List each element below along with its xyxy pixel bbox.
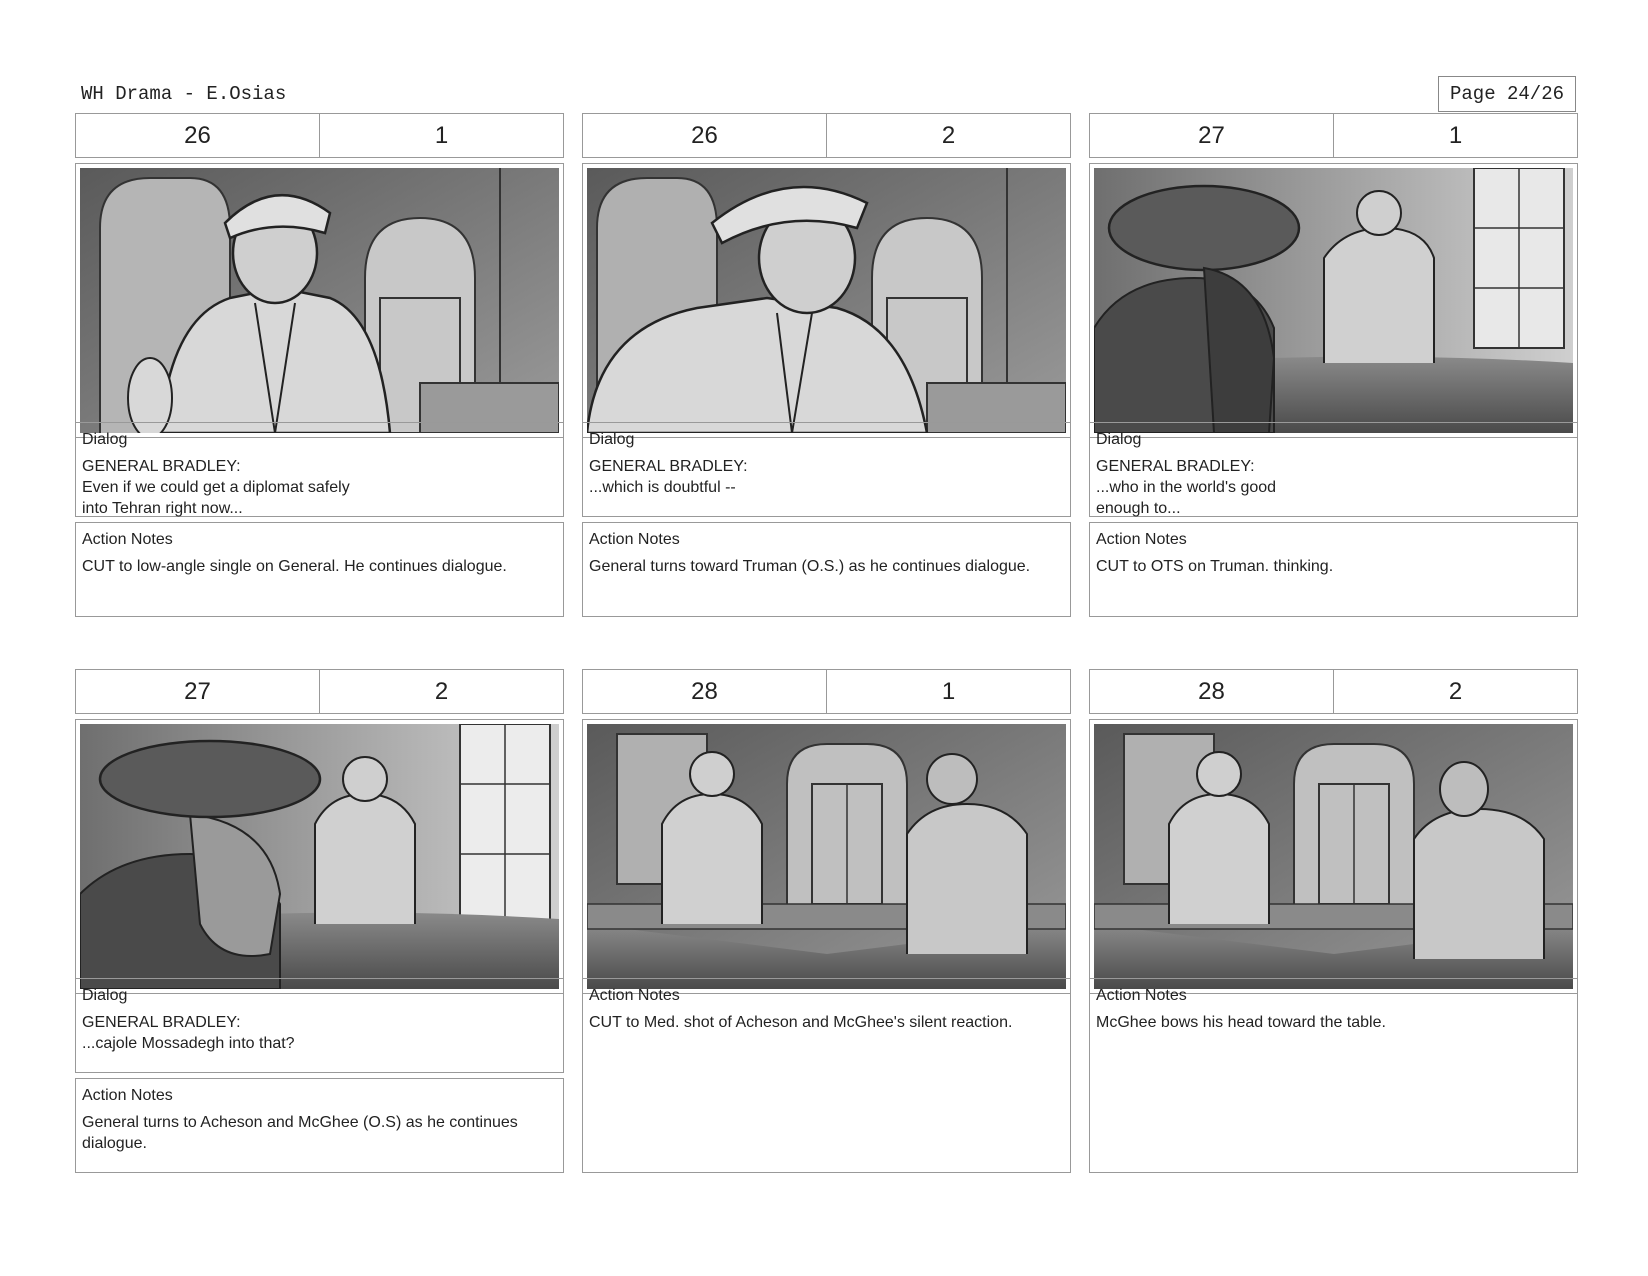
shot-number: 1 bbox=[434, 121, 449, 149]
panel-header: 27 1 bbox=[1089, 113, 1578, 158]
dialog-text: GENERAL BRADLEY: ...who in the world's g… bbox=[1096, 458, 1277, 517]
scene-number: 26 bbox=[583, 114, 827, 157]
dialog-label: Dialog bbox=[589, 431, 635, 448]
dialog-label: Dialog bbox=[82, 431, 128, 448]
panel-header: 27 2 bbox=[75, 669, 564, 714]
action-notes-text: CUT to OTS on Truman. thinking. bbox=[1096, 558, 1334, 575]
action-notes-text: CUT to Med. shot of Acheson and McGhee's… bbox=[589, 1014, 1013, 1031]
shot-number: 1 bbox=[941, 677, 956, 705]
action-notes-text: McGhee bows his head toward the table. bbox=[1096, 1014, 1386, 1031]
panel-header: 26 2 bbox=[582, 113, 1071, 158]
shot-number: 2 bbox=[941, 121, 956, 149]
panel-sketch bbox=[582, 163, 1071, 438]
panel-sketch bbox=[582, 719, 1071, 994]
document-title: WH Drama - E.Osias bbox=[81, 83, 287, 105]
scene-number: 27 bbox=[1090, 114, 1334, 157]
scene-number: 28 bbox=[1090, 670, 1334, 713]
shot-number: 2 bbox=[1448, 677, 1463, 705]
scene-number: 27 bbox=[76, 670, 320, 713]
action-notes-box: Action Notes General turns toward Truman… bbox=[582, 522, 1071, 617]
shot-number: 1 bbox=[1448, 121, 1463, 149]
panel-sketch bbox=[1089, 163, 1578, 438]
action-notes-label: Action Notes bbox=[1096, 987, 1187, 1004]
action-notes-text: General turns to Acheson and McGhee (O.S… bbox=[82, 1114, 518, 1152]
action-notes-box: Action Notes General turns to Acheson an… bbox=[75, 1078, 564, 1173]
action-notes-box: Action Notes McGhee bows his head toward… bbox=[1089, 978, 1578, 1173]
dialog-label: Dialog bbox=[1096, 431, 1142, 448]
dialog-box: Dialog GENERAL BRADLEY: ...who in the wo… bbox=[1089, 422, 1578, 517]
action-notes-label: Action Notes bbox=[82, 1087, 173, 1104]
action-notes-label: Action Notes bbox=[589, 987, 680, 1004]
page-number: Page 24/26 bbox=[1438, 76, 1576, 112]
dialog-box: Dialog GENERAL BRADLEY: ...cajole Mossad… bbox=[75, 978, 564, 1073]
action-notes-label: Action Notes bbox=[1096, 531, 1187, 548]
shot-number: 2 bbox=[434, 677, 449, 705]
scene-number: 26 bbox=[76, 114, 320, 157]
panel-sketch bbox=[75, 163, 564, 438]
action-notes-box: Action Notes CUT to OTS on Truman. think… bbox=[1089, 522, 1578, 617]
action-notes-box: Action Notes CUT to low-angle single on … bbox=[75, 522, 564, 617]
scene-number: 28 bbox=[583, 670, 827, 713]
panel-sketch bbox=[1089, 719, 1578, 994]
dialog-text: GENERAL BRADLEY: ...cajole Mossadegh int… bbox=[82, 1014, 295, 1052]
panel-header: 26 1 bbox=[75, 113, 564, 158]
action-notes-label: Action Notes bbox=[82, 531, 173, 548]
panel-header: 28 1 bbox=[582, 669, 1071, 714]
action-notes-text: CUT to low-angle single on General. He c… bbox=[82, 558, 507, 575]
dialog-text: GENERAL BRADLEY: Even if we could get a … bbox=[82, 458, 350, 517]
dialog-label: Dialog bbox=[82, 987, 128, 1004]
panel-header: 28 2 bbox=[1089, 669, 1578, 714]
action-notes-text: General turns toward Truman (O.S.) as he… bbox=[589, 558, 1031, 575]
dialog-box: Dialog GENERAL BRADLEY: ...which is doub… bbox=[582, 422, 1071, 517]
action-notes-box: Action Notes CUT to Med. shot of Acheson… bbox=[582, 978, 1071, 1173]
panel-sketch bbox=[75, 719, 564, 994]
dialog-text: GENERAL BRADLEY: ...which is doubtful -- bbox=[589, 458, 748, 496]
dialog-box: Dialog GENERAL BRADLEY: Even if we could… bbox=[75, 422, 564, 517]
action-notes-label: Action Notes bbox=[589, 531, 680, 548]
